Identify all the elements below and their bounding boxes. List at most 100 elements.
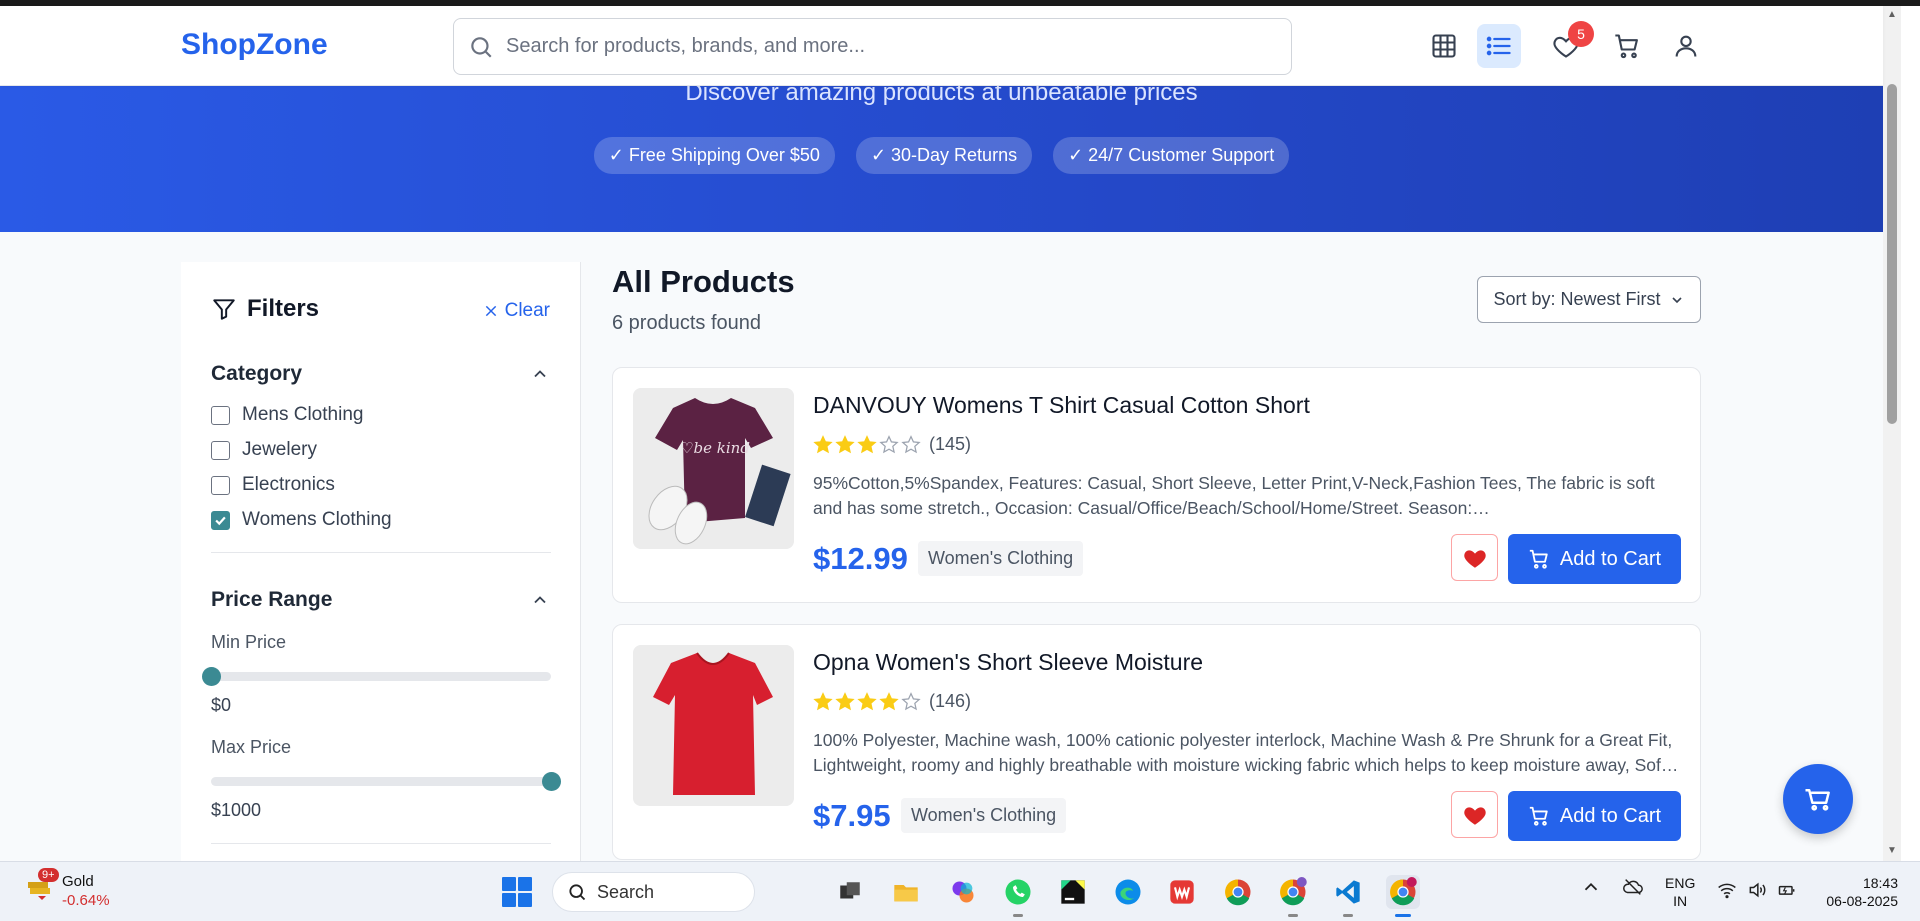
scrollbar-thumb[interactable] xyxy=(1887,84,1897,424)
region-code: IN xyxy=(1673,893,1688,909)
checkbox[interactable] xyxy=(211,475,230,495)
tshirt-image xyxy=(633,645,794,806)
check-icon xyxy=(215,516,226,525)
section-divider xyxy=(211,552,551,553)
onedrive-icon[interactable] xyxy=(1622,876,1644,898)
product-card[interactable]: Opna Women's Short Sleeve Moisture (146)… xyxy=(612,624,1701,860)
hero-features: ✓ Free Shipping Over $50 ✓ 30-Day Return… xyxy=(0,137,1883,174)
category-option-electronics[interactable]: Electronics xyxy=(211,474,335,496)
windows-logo-tile xyxy=(518,877,532,891)
market-icon: 9+ xyxy=(24,868,59,902)
feature-chip-returns: ✓ 30-Day Returns xyxy=(855,137,1033,174)
product-title[interactable]: Opna Women's Short Sleeve Moisture xyxy=(813,649,1203,676)
chrome-icon[interactable] xyxy=(1221,875,1255,909)
windows-taskbar: 9+ Gold -0.64% Search ENG IN 18:43 06-08… xyxy=(0,861,1920,921)
taskbar-search[interactable]: Search xyxy=(552,872,755,912)
list-view-button[interactable] xyxy=(1477,24,1521,68)
active-indicator xyxy=(1395,914,1411,917)
add-to-wishlist-button[interactable] xyxy=(1451,534,1498,581)
sort-dropdown[interactable]: Sort by: Newest First xyxy=(1477,276,1701,323)
whatsapp-icon[interactable] xyxy=(1001,875,1035,917)
clock[interactable]: 18:43 06-08-2025 xyxy=(1818,874,1898,910)
slider-thumb[interactable] xyxy=(542,772,561,791)
price-section-title[interactable]: Price Range xyxy=(211,588,332,612)
search-icon xyxy=(471,36,492,58)
add-to-cart-button[interactable]: Add to Cart xyxy=(1508,791,1681,841)
site-header: ShopZone 5 xyxy=(0,6,1883,86)
min-price-slider[interactable] xyxy=(202,667,551,686)
filter-icon xyxy=(213,299,235,320)
checkbox-checked[interactable] xyxy=(211,510,230,530)
star-filled-icon xyxy=(835,691,855,710)
search-icon xyxy=(569,884,586,901)
cart-icon xyxy=(1529,806,1548,826)
category-section-title[interactable]: Category xyxy=(211,362,302,386)
cart-icon xyxy=(1615,34,1638,59)
min-price-value: $0 xyxy=(211,695,232,715)
copilot-icon[interactable] xyxy=(946,875,980,909)
pycharm-icon[interactable] xyxy=(1056,875,1090,909)
task-view-icon[interactable] xyxy=(833,875,867,909)
product-card[interactable]: ♡be kind DANVOUY Womens T Shirt Casual C… xyxy=(612,367,1701,603)
vscode-icon[interactable] xyxy=(1331,875,1365,917)
search-bar[interactable] xyxy=(453,18,1292,75)
star-filled-icon xyxy=(813,691,833,710)
product-rating: (146) xyxy=(813,691,971,712)
product-price: $7.95 xyxy=(813,798,891,833)
max-price-label: Max Price xyxy=(211,737,292,757)
window-edge xyxy=(1901,6,1920,861)
scroll-up-arrow[interactable]: ▲ xyxy=(1887,10,1897,20)
floating-cart-button[interactable] xyxy=(1783,764,1853,834)
start-button[interactable] xyxy=(502,877,532,907)
chevron-up-icon[interactable] xyxy=(530,364,550,384)
chevron-down-icon xyxy=(1671,296,1682,303)
star-empty-icon xyxy=(901,434,921,453)
clear-filters-button[interactable]: Clear xyxy=(483,300,550,322)
category-option-label: Mens Clothing xyxy=(242,404,364,425)
hero-banner: Discover amazing products at unbeatable … xyxy=(0,79,1883,232)
add-to-wishlist-button[interactable] xyxy=(1451,791,1498,838)
category-option-mens[interactable]: Mens Clothing xyxy=(211,404,363,426)
checkbox[interactable] xyxy=(211,440,230,460)
file-explorer-icon[interactable] xyxy=(889,875,923,909)
grid-icon xyxy=(1432,34,1456,58)
scroll-down-arrow[interactable]: ▼ xyxy=(1887,846,1897,856)
checkbox[interactable] xyxy=(211,405,230,425)
category-option-jewelery[interactable]: Jewelery xyxy=(211,439,317,461)
filters-heading: Filters xyxy=(211,295,319,323)
feature-chip-shipping: ✓ Free Shipping Over $50 xyxy=(593,137,835,174)
account-button[interactable] xyxy=(1664,24,1708,68)
language-indicator[interactable]: ENG IN xyxy=(1665,874,1695,910)
page-title: All Products xyxy=(612,264,795,299)
widgets-button[interactable]: 9+ Gold -0.64% xyxy=(24,868,110,910)
product-rating: (145) xyxy=(813,434,971,455)
chevron-up-icon[interactable] xyxy=(530,590,550,610)
sort-label: Sort by: Newest First xyxy=(1493,289,1661,309)
product-description: 95%Cotton,5%Spandex, Features: Casual, S… xyxy=(813,473,1655,518)
tshirt-image: ♡be kind xyxy=(633,388,794,549)
max-price-slider[interactable] xyxy=(211,772,561,791)
product-image[interactable]: ♡be kind xyxy=(633,388,794,549)
category-option-womens[interactable]: Womens Clothing xyxy=(211,509,392,531)
chrome-profile-icon[interactable] xyxy=(1276,875,1310,917)
min-price-label: Min Price xyxy=(211,632,287,652)
page-scrollbar[interactable]: ▲ ▼ xyxy=(1883,6,1901,861)
product-title[interactable]: DANVOUY Womens T Shirt Casual Cotton Sho… xyxy=(813,392,1310,419)
filters-sidebar: Filters Clear Category Mens Clothing Jew… xyxy=(181,262,581,862)
widget-change: -0.64% xyxy=(62,892,110,909)
category-option-label: Womens Clothing xyxy=(242,509,392,530)
product-image[interactable] xyxy=(633,645,794,806)
site-logo[interactable]: ShopZone xyxy=(181,28,328,62)
add-to-cart-button[interactable]: Add to Cart xyxy=(1508,534,1681,584)
chevron-up-icon[interactable] xyxy=(1580,876,1602,898)
wishlist-button[interactable]: 5 xyxy=(1544,21,1594,68)
wps-office-icon[interactable] xyxy=(1165,875,1199,909)
search-input[interactable] xyxy=(506,35,1266,58)
quick-settings[interactable] xyxy=(1717,880,1797,900)
edge-icon[interactable] xyxy=(1111,875,1145,909)
grid-view-button[interactable] xyxy=(1422,24,1466,68)
slider-thumb[interactable] xyxy=(202,667,221,686)
results-count: 6 products found xyxy=(612,312,761,334)
cart-button[interactable] xyxy=(1605,24,1649,68)
chrome-active-icon[interactable] xyxy=(1386,875,1420,917)
